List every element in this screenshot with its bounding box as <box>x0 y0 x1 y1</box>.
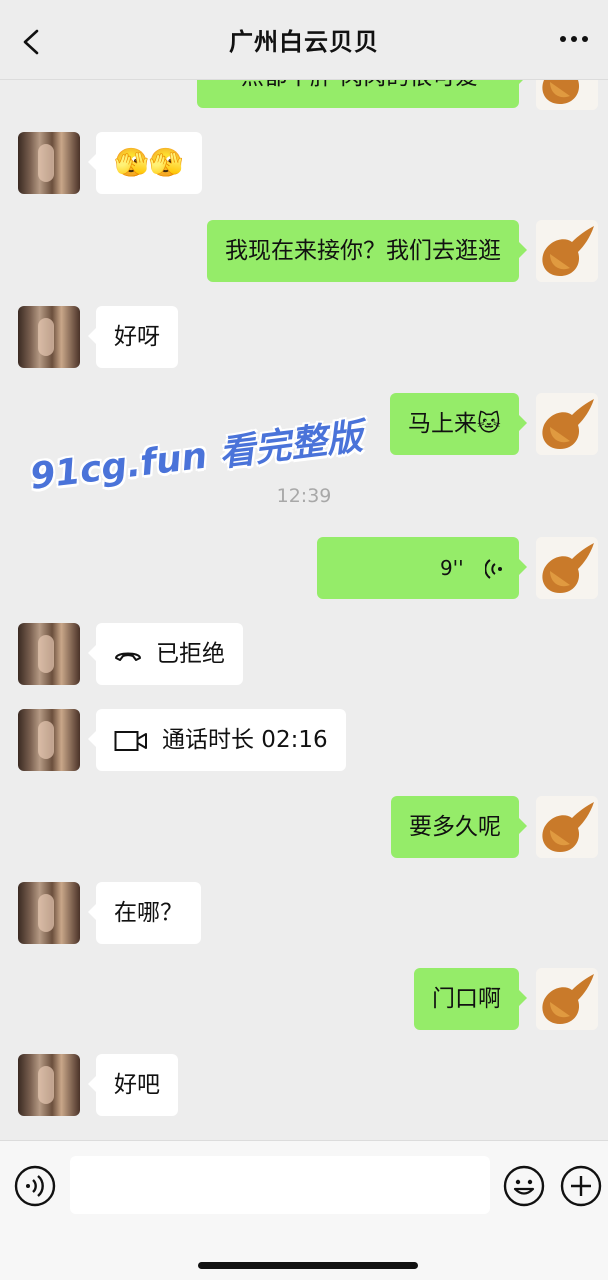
message-list[interactable]: 点都不胖 肉肉的很可爱 🫣🫣 我现在来接你？我们去逛逛 好呀 马上来🐱 <box>0 80 608 1140</box>
voice-button[interactable] <box>14 1165 56 1207</box>
more-dots-icon <box>560 36 566 42</box>
home-indicator[interactable] <box>198 1262 418 1269</box>
chicken-leg-avatar-icon <box>536 796 598 858</box>
voice-message-bubble[interactable]: 9'' <box>317 537 527 599</box>
chicken-leg-avatar-icon <box>536 393 598 455</box>
message-bubble-sent[interactable]: 我现在来接你？我们去逛逛 <box>207 220 527 282</box>
message-bubble-sent[interactable]: 要多久呢 <box>391 796 527 858</box>
chat-title: 广州白云贝贝 <box>229 28 379 56</box>
avatar-contact[interactable] <box>18 306 80 368</box>
emoji-icon <box>503 1165 545 1207</box>
avatar-self[interactable] <box>536 796 598 858</box>
avatar-self[interactable] <box>536 968 598 1030</box>
chicken-leg-avatar-icon <box>536 220 598 282</box>
avatar-contact[interactable] <box>18 709 80 771</box>
more-button[interactable] <box>560 36 588 42</box>
message-bubble-sent[interactable]: 马上来🐱 <box>390 393 527 455</box>
avatar-self[interactable] <box>536 537 598 599</box>
plus-icon <box>560 1165 602 1207</box>
avatar-contact[interactable] <box>18 132 80 194</box>
avatar-self[interactable] <box>536 393 598 455</box>
avatar-contact[interactable] <box>18 1054 80 1116</box>
avatar-self[interactable] <box>536 220 598 282</box>
avatar-self[interactable] <box>536 80 598 110</box>
message-bubble-received[interactable]: 好吧 <box>88 1054 178 1116</box>
message-bubble-sent[interactable]: 点都不胖 肉肉的很可爱 <box>197 80 527 108</box>
message-input[interactable] <box>70 1156 490 1214</box>
avatar-contact[interactable] <box>18 623 80 685</box>
call-record-bubble[interactable]: 通话时长 02:16 <box>88 709 346 771</box>
chat-header: 广州白云贝贝 <box>0 0 608 80</box>
voice-wave-icon <box>484 558 502 579</box>
video-call-icon <box>114 730 147 751</box>
chicken-leg-avatar-icon <box>536 537 598 599</box>
message-bubble-received[interactable]: 好呀 <box>88 306 178 368</box>
call-record-bubble[interactable]: 已拒绝 <box>88 623 243 685</box>
message-bubble-received[interactable]: 🫣🫣 <box>88 132 202 194</box>
back-button[interactable] <box>18 28 46 56</box>
message-bubble-received[interactable]: 在哪？ <box>88 882 201 944</box>
emoji-button[interactable] <box>503 1165 545 1207</box>
chevron-left-icon <box>23 29 39 55</box>
chicken-leg-avatar-icon <box>536 80 598 110</box>
avatar-contact[interactable] <box>18 882 80 944</box>
message-bubble-sent[interactable]: 门口啊 <box>414 968 527 1030</box>
phone-hangup-icon <box>115 652 141 661</box>
input-bar <box>0 1140 608 1280</box>
voice-duration: 9'' <box>439 556 464 580</box>
cat-emoji: 🐱 <box>477 411 501 437</box>
chicken-leg-avatar-icon <box>536 968 598 1030</box>
voice-icon <box>14 1165 56 1207</box>
more-functions-button[interactable] <box>560 1165 602 1207</box>
